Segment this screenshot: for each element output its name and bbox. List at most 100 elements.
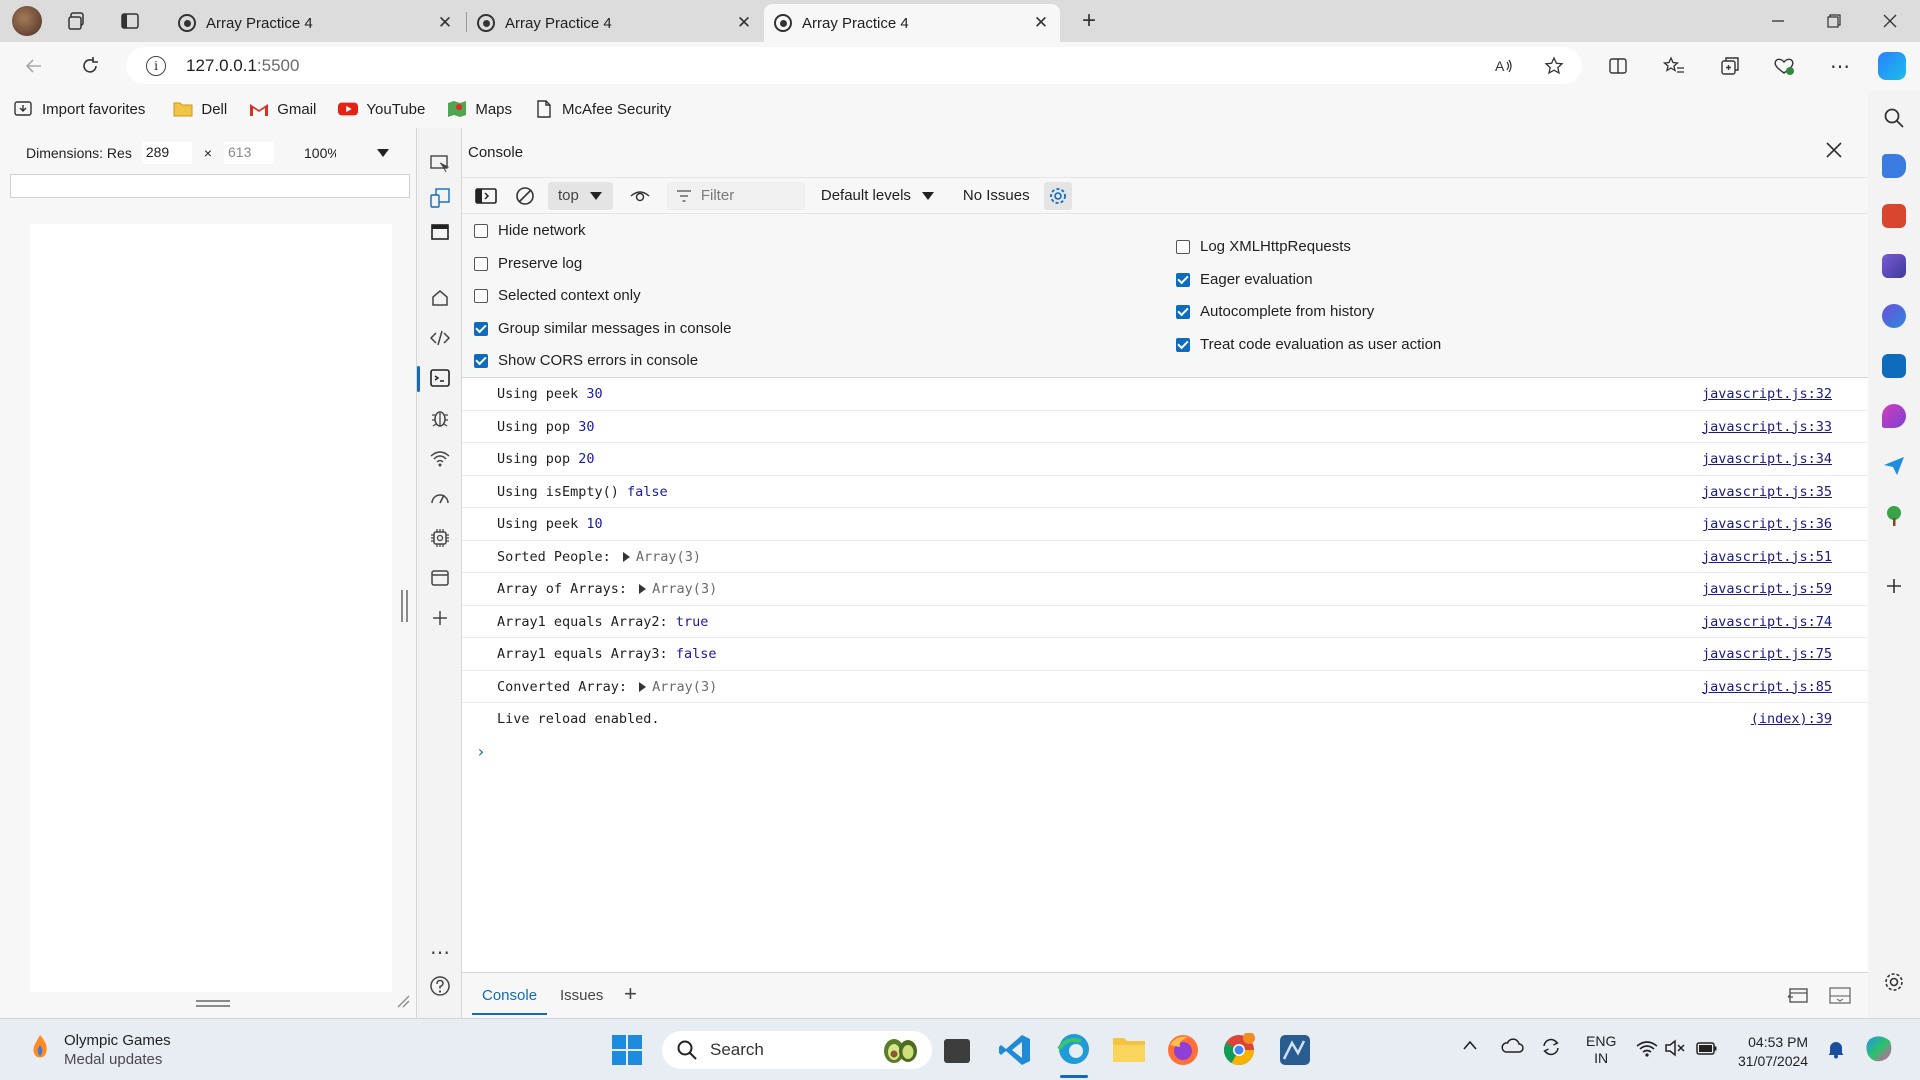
device-width-input[interactable]: 289 xyxy=(141,142,192,164)
edge-taskbar-icon[interactable] xyxy=(1056,1031,1092,1067)
issues-counter[interactable]: No Issues xyxy=(963,187,1030,204)
viewport-height-resize-handle[interactable] xyxy=(196,1000,230,1007)
source-link[interactable]: javascript.js:36 xyxy=(1702,516,1832,532)
more-options-icon[interactable]: ⋯ xyxy=(428,940,452,964)
log-xmlhttprequests-checkbox[interactable] xyxy=(1176,239,1190,254)
news-widget-icon[interactable] xyxy=(28,1033,52,1063)
corner-resize-handle[interactable] xyxy=(396,994,410,1008)
selected-context-only-option[interactable]: Selected context only xyxy=(474,287,641,304)
sidebar-search-icon[interactable] xyxy=(1882,106,1906,130)
network-wifi-icon[interactable] xyxy=(428,446,452,470)
performance-gauge-icon[interactable] xyxy=(428,486,452,510)
log-xmlhttprequests-option[interactable]: Log XMLHttpRequests xyxy=(1176,238,1351,255)
tab-actions-icon[interactable] xyxy=(115,6,145,36)
workspaces-icon[interactable] xyxy=(62,6,92,36)
copilot-preview-icon[interactable] xyxy=(1864,1033,1896,1065)
start-windows-icon[interactable] xyxy=(612,1035,642,1065)
app-taskbar-icon[interactable] xyxy=(1278,1033,1312,1067)
device-emulation-icon[interactable] xyxy=(428,186,452,210)
drawer-tab-console[interactable]: Console xyxy=(471,987,548,1015)
source-link[interactable]: javascript.js:59 xyxy=(1702,581,1832,597)
expand-triangle-icon[interactable] xyxy=(639,681,647,692)
onedrive-cloud-icon[interactable] xyxy=(1500,1037,1524,1055)
input-language-indicator[interactable]: ENG IN xyxy=(1586,1033,1616,1067)
viewport-width-resize-handle[interactable] xyxy=(401,590,408,622)
preserve-log-checkbox[interactable] xyxy=(474,256,488,271)
profile-avatar[interactable] xyxy=(12,6,42,36)
eager-evaluation-checkbox[interactable] xyxy=(1176,272,1190,287)
expand-triangle-icon[interactable] xyxy=(639,584,647,594)
help-icon[interactable] xyxy=(428,974,452,998)
source-link[interactable]: javascript.js:35 xyxy=(1702,484,1832,500)
favorites-icon[interactable] xyxy=(1660,52,1688,80)
hide-network-option[interactable]: Hide network xyxy=(474,222,586,239)
show-hidden-icons-chevron[interactable] xyxy=(1462,1039,1478,1051)
fav-mcafee-security[interactable]: McAfee Security xyxy=(534,100,671,118)
wifi-icon[interactable] xyxy=(1636,1039,1658,1057)
task-view-icon[interactable] xyxy=(944,1039,970,1063)
tree-icon[interactable] xyxy=(1882,504,1906,528)
restore-button[interactable] xyxy=(1806,0,1862,42)
copilot-icon[interactable] xyxy=(1878,52,1906,80)
array-preview[interactable]: Array(3) xyxy=(636,549,701,565)
more-options-icon[interactable]: ⋯ xyxy=(1826,52,1854,80)
back-arrow-icon[interactable] xyxy=(18,50,50,82)
media-query-ruler[interactable] xyxy=(10,174,410,198)
device-height-input[interactable]: 613 xyxy=(224,142,275,164)
address-bar[interactable]: i 127.0.0.1:5500 xyxy=(126,47,1582,84)
emulated-page-viewport[interactable] xyxy=(30,224,392,992)
m365-icon[interactable] xyxy=(1882,304,1906,328)
source-link[interactable]: (index):39 xyxy=(1751,711,1832,727)
browser-tab-3-active[interactable]: Array Practice 4 ✕ xyxy=(764,4,1060,42)
fav-maps[interactable]: Maps xyxy=(447,100,512,118)
site-info-icon[interactable]: i xyxy=(146,55,166,76)
filter-input[interactable]: Filter xyxy=(666,181,805,210)
collections-icon[interactable] xyxy=(1716,52,1744,80)
sync-icon[interactable] xyxy=(1540,1037,1562,1057)
elements-code-icon[interactable] xyxy=(428,326,452,350)
taskbar-search-box[interactable]: Search xyxy=(662,1031,932,1069)
split-screen-icon[interactable] xyxy=(1604,52,1632,80)
close-window-button[interactable] xyxy=(1862,0,1918,42)
drawer-tab-issues[interactable]: Issues xyxy=(560,987,603,1004)
tab-close-icon[interactable]: ✕ xyxy=(735,13,753,33)
minimize-button[interactable] xyxy=(1750,0,1806,42)
browser-tab-1[interactable]: Array Practice 4 ✕ xyxy=(168,4,464,42)
notifications-bell-icon[interactable] xyxy=(1826,1039,1846,1059)
hide-network-checkbox[interactable] xyxy=(474,223,488,238)
expand-triangle-icon[interactable] xyxy=(622,551,630,562)
tools-icon[interactable] xyxy=(1882,204,1906,228)
more-tools-plus-icon[interactable] xyxy=(428,606,452,630)
autocomplete-history-option[interactable]: Autocomplete from history xyxy=(1176,303,1374,320)
source-link[interactable]: javascript.js:51 xyxy=(1702,549,1832,565)
sources-bug-icon[interactable] xyxy=(428,406,452,430)
dimensions-label[interactable]: Dimensions: Res xyxy=(26,145,132,161)
clock[interactable]: 04:53 PM 31/07/2024 xyxy=(1738,1033,1808,1071)
source-link[interactable]: javascript.js:33 xyxy=(1702,419,1832,435)
source-link[interactable]: javascript.js:85 xyxy=(1702,679,1832,695)
welcome-home-icon[interactable] xyxy=(428,286,452,310)
log-levels-dropdown[interactable]: Default levels xyxy=(821,187,935,204)
autocomplete-history-checkbox[interactable] xyxy=(1176,304,1190,319)
firefox-icon[interactable] xyxy=(1166,1033,1200,1067)
browser-essentials-icon[interactable] xyxy=(1770,52,1798,80)
outlook-icon[interactable] xyxy=(1882,354,1906,378)
zoom-select[interactable]: 100% xyxy=(304,145,336,161)
fav-youtube[interactable]: YouTube xyxy=(338,100,425,118)
show-cors-errors-checkbox[interactable] xyxy=(474,353,488,368)
more-device-options-icon[interactable] xyxy=(376,148,390,158)
battery-icon[interactable] xyxy=(1696,1039,1718,1057)
clear-console-icon[interactable] xyxy=(514,186,536,206)
source-link[interactable]: javascript.js:32 xyxy=(1702,386,1832,402)
dock-to-side-icon[interactable] xyxy=(1786,985,1810,1007)
send-icon[interactable] xyxy=(1882,454,1906,478)
treat-code-evaluation-option[interactable]: Treat code evaluation as user action xyxy=(1176,336,1441,353)
close-drawer-icon[interactable] xyxy=(1828,985,1852,1007)
games-icon[interactable] xyxy=(1882,254,1906,278)
drawer-add-tab-button[interactable]: + xyxy=(624,981,637,1007)
console-settings-gear-icon[interactable] xyxy=(1043,181,1072,210)
fav-dell[interactable]: Dell xyxy=(173,100,227,118)
eager-evaluation-option[interactable]: Eager evaluation xyxy=(1176,271,1313,288)
source-link[interactable]: javascript.js:34 xyxy=(1702,451,1832,467)
context-select[interactable]: top xyxy=(548,181,613,210)
